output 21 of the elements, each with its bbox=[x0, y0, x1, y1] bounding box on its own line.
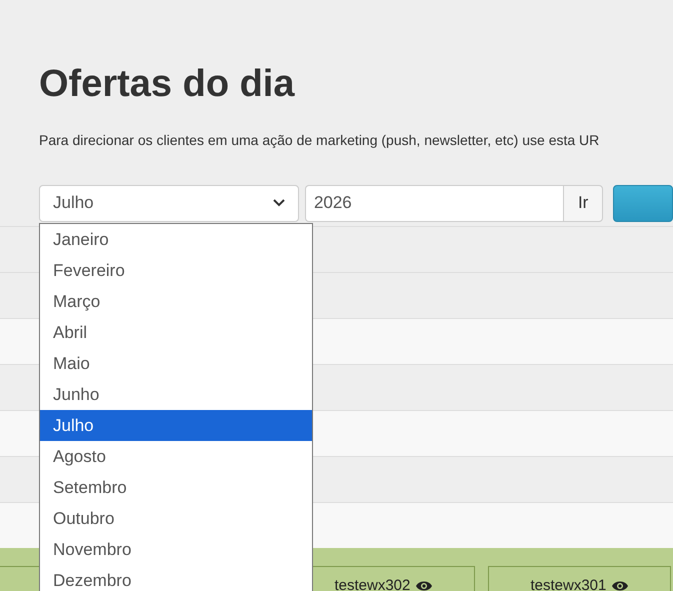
month-option[interactable]: Janeiro bbox=[40, 224, 312, 255]
year-field[interactable]: 2026 bbox=[304, 184, 564, 222]
offer-label: testewx302 bbox=[334, 576, 412, 591]
month-option[interactable]: Julho bbox=[40, 410, 312, 441]
month-option[interactable]: Novembro bbox=[40, 534, 312, 565]
month-select[interactable]: Julho bbox=[39, 184, 299, 222]
offer-cell[interactable]: testewx301 bbox=[488, 566, 671, 591]
month-option[interactable]: Março bbox=[40, 286, 312, 317]
offer-label: testewx301 bbox=[530, 576, 608, 591]
chevron-down-icon bbox=[272, 199, 285, 208]
month-option[interactable]: Dezembro bbox=[40, 565, 312, 591]
eye-icon[interactable] bbox=[414, 580, 433, 591]
page-title: Ofertas do dia bbox=[39, 62, 296, 107]
month-option[interactable]: Agosto bbox=[40, 441, 312, 472]
go-button[interactable]: Ir bbox=[563, 184, 604, 222]
eye-icon[interactable] bbox=[610, 580, 629, 591]
month-option[interactable]: Maio bbox=[40, 348, 312, 379]
month-option[interactable]: Setembro bbox=[40, 472, 312, 503]
month-option[interactable]: Fevereiro bbox=[40, 255, 312, 286]
description-text: Para direcionar os clientes em uma ação de marketing (push, newsletter, etc) use esta UR bbox=[39, 130, 600, 150]
month-option[interactable]: Junho bbox=[40, 379, 312, 410]
